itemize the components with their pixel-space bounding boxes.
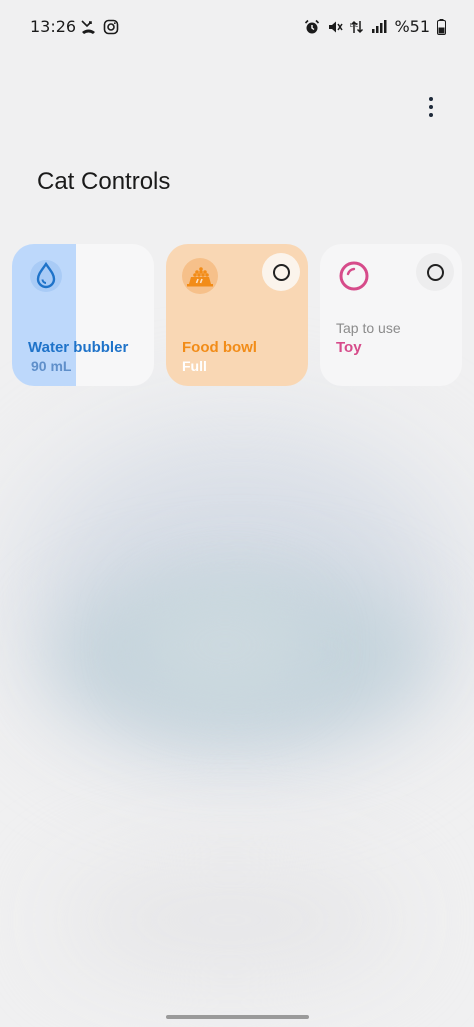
water-bubbler-label: Water bubbler [28,339,129,356]
alarm-icon [304,19,320,35]
missed-call-icon [80,18,97,35]
food-bowl-value: Full [182,358,207,374]
more-vertical-icon [429,97,433,101]
toy-status-text: Tap to use [336,320,401,336]
food-bowl-toggle-button[interactable] [262,253,300,291]
power-ring-icon [426,263,444,281]
blurred-wallpaper [0,0,474,1027]
food-bowl-label: Food bowl [182,339,257,356]
toy-label: Toy [336,339,362,356]
power-ring-icon [272,263,290,281]
svg-text:LTE: LTE [350,23,358,29]
water-drop-icon [26,256,66,296]
water-bubbler-tile[interactable]: Water bubbler 90 mL [12,244,154,386]
status-bar: 13:26 LTE %51 [0,0,474,56]
battery-percent: %51 [394,17,430,36]
food-bowl-tile[interactable]: Food bowl Full [166,244,308,386]
page-title: Cat Controls [37,168,171,195]
clock: 13:26 [30,17,77,36]
data-arrows-icon: LTE [350,19,364,35]
ball-toy-icon [334,256,374,296]
gesture-navigation-handle[interactable] [166,1015,309,1019]
battery-icon [437,18,446,35]
toy-toggle-button[interactable] [416,253,454,291]
signal-icon [371,19,387,34]
water-bubbler-value: 90 mL [31,358,72,374]
instagram-icon [103,18,119,35]
mute-icon [327,19,344,35]
food-bowl-icon [180,256,220,296]
toy-tile[interactable]: Tap to use Toy [320,244,462,386]
more-options-button[interactable] [416,92,446,122]
